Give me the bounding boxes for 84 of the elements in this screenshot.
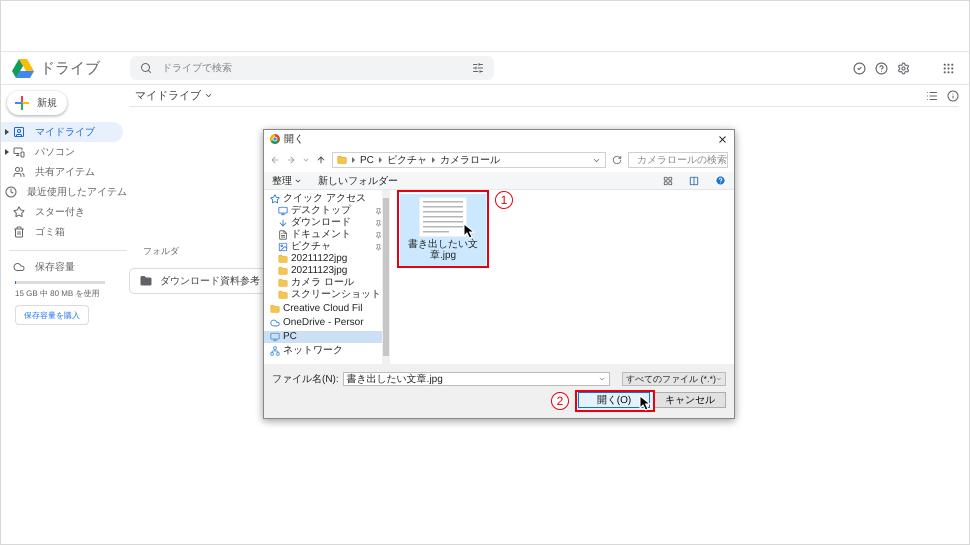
dropdown-caret-icon — [204, 91, 213, 100]
up-arrow-icon[interactable] — [316, 155, 326, 165]
document-thumbnail-icon — [419, 197, 467, 237]
folder-icon — [278, 290, 288, 300]
nav-item[interactable]: Creative Cloud Fil — [264, 303, 382, 315]
check-circle-icon[interactable] — [853, 62, 866, 74]
sidebar-item[interactable]: ゴミ箱 — [1, 222, 123, 242]
trash-icon — [13, 226, 25, 238]
expand-arrow-icon[interactable] — [5, 149, 9, 155]
filter-icon[interactable] — [472, 62, 484, 74]
info-icon[interactable] — [947, 90, 959, 102]
address-bar[interactable]: PC ピクチャ カメラロール — [332, 152, 606, 168]
browser-icon — [270, 134, 280, 144]
app-title: ドライブ — [40, 58, 102, 78]
nav-item[interactable]: ドキュメント — [264, 229, 382, 241]
expand-arrow-icon[interactable] — [5, 129, 9, 135]
cloud-icon — [13, 261, 25, 273]
history-caret-icon[interactable] — [302, 156, 310, 164]
desktop-icon — [278, 206, 288, 216]
scrollbar[interactable] — [382, 190, 390, 364]
star-icon — [270, 194, 280, 204]
plus-icon — [15, 96, 29, 110]
image-icon — [278, 242, 288, 252]
cloud-icon — [270, 318, 280, 328]
star-icon — [13, 206, 25, 218]
dropdown-caret-icon — [716, 375, 722, 383]
refresh-icon[interactable] — [612, 155, 622, 165]
cancel-button[interactable]: キャンセル — [654, 392, 726, 408]
nav-item[interactable]: デスクトップ — [264, 205, 382, 217]
folder-icon — [270, 304, 280, 314]
back-arrow-icon[interactable] — [270, 155, 280, 165]
people-icon — [13, 166, 25, 178]
dialog-title: 開く — [284, 133, 304, 146]
nav-item[interactable]: クイック アクセス — [264, 193, 382, 205]
network-icon — [270, 346, 280, 356]
folder-icon — [278, 278, 288, 288]
sidebar-item[interactable]: スター付き — [1, 202, 123, 222]
path-segment[interactable]: PC — [360, 154, 374, 166]
buy-storage-button[interactable]: 保存容量を購入 — [15, 305, 89, 325]
computer-icon — [270, 332, 280, 342]
pointer-cursor-icon — [639, 395, 653, 411]
search-field[interactable]: カメラロールの検索 — [628, 152, 728, 168]
document-icon — [278, 230, 288, 240]
nav-item[interactable]: 20211122jpg — [264, 253, 382, 265]
file-type-dropdown[interactable]: すべてのファイル (*.*) — [622, 372, 726, 386]
drive-icon — [13, 126, 25, 138]
sidebar-item[interactable]: 共有アイテム — [1, 162, 123, 182]
dropdown-caret-icon — [598, 375, 606, 383]
path-segment[interactable]: カメラロール — [440, 153, 500, 167]
nav-item[interactable]: ダウンロード — [264, 217, 382, 229]
new-button[interactable]: 新規 — [7, 91, 67, 115]
nav-item[interactable]: PC — [264, 331, 382, 343]
new-folder-button[interactable]: 新しいフォルダー — [318, 174, 398, 188]
clock-icon — [5, 186, 17, 198]
path-segment[interactable]: ピクチャ — [386, 153, 427, 167]
triangle-logo-icon — [12, 58, 34, 78]
file-name-field[interactable]: 書き出したい文章.jpg — [342, 372, 610, 386]
folder-icon — [140, 275, 152, 287]
folder-icon — [278, 254, 288, 264]
download-icon — [278, 218, 288, 228]
organize-button[interactable]: 整理 — [272, 174, 302, 188]
apps-grid-icon[interactable] — [942, 62, 955, 74]
computer-icon — [13, 146, 25, 158]
forward-arrow-icon[interactable] — [286, 155, 296, 165]
folder-icon — [337, 155, 347, 165]
section-label: フォルダ — [143, 245, 179, 258]
nav-item[interactable]: ネットワーク — [264, 345, 382, 357]
file-tile[interactable]: 書き出したい文章.jpg — [400, 194, 486, 266]
pointer-cursor-icon — [463, 223, 477, 239]
folder-icon — [278, 266, 288, 276]
close-icon[interactable] — [717, 134, 728, 144]
file-name-label: ファイル名(N): — [272, 373, 339, 386]
preview-pane-icon[interactable] — [689, 176, 699, 186]
nav-item[interactable]: OneDrive - Persor — [264, 317, 382, 329]
nav-item[interactable]: ピクチャ — [264, 241, 382, 253]
settings-icon[interactable] — [897, 62, 910, 74]
sidebar-item[interactable]: パソコン — [1, 142, 123, 162]
sidebar-item[interactable]: マイドライブ — [1, 122, 123, 142]
storage-usage: 15 GB 中 80 MB を使用 — [15, 288, 100, 299]
sidebar-item[interactable]: 保存容量 — [1, 257, 123, 277]
search-icon — [140, 62, 152, 74]
view-icon[interactable] — [663, 176, 673, 186]
help-icon[interactable] — [875, 62, 888, 74]
folder-title[interactable]: マイドライブ — [135, 88, 213, 103]
